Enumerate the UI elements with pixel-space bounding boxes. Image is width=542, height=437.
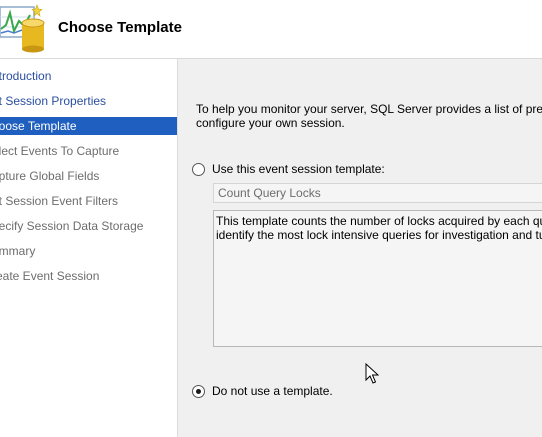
- sidebar-item-label: ummary: [0, 244, 36, 258]
- sidebar-item-label: pecify Session Data Storage: [0, 219, 144, 233]
- sidebar-item-label: et Session Properties: [0, 94, 107, 108]
- radio-dot: [196, 389, 201, 394]
- intro-text: To help you monitor your server, SQL Ser…: [196, 102, 542, 130]
- wizard-content: To help you monitor your server, SQL Ser…: [178, 59, 542, 437]
- wizard-header: Choose Template: [0, 0, 542, 58]
- sidebar-item-1[interactable]: et Session Properties: [0, 92, 177, 110]
- sidebar-item-label: hoose Template: [0, 119, 77, 133]
- mouse-pointer-icon: [365, 363, 379, 384]
- template-description: This template counts the number of locks…: [213, 210, 542, 347]
- sidebar-item-2[interactable]: hoose Template: [0, 117, 177, 135]
- radio-unchecked-icon[interactable]: [192, 163, 205, 176]
- sidebar-item-label: elect Events To Capture: [0, 144, 120, 158]
- sidebar-item-7: ummary: [0, 242, 177, 260]
- sidebar-item-4: apture Global Fields: [0, 167, 177, 185]
- template-dropdown[interactable]: Count Query Locks: [213, 183, 542, 203]
- page-title: Choose Template: [58, 19, 182, 36]
- sidebar-item-label: et Session Event Filters: [0, 194, 119, 208]
- sidebar-item-label: ntroduction: [0, 69, 52, 83]
- sidebar-item-label: reate Event Session: [0, 269, 100, 283]
- no-template-label: Do not use a template.: [212, 384, 333, 398]
- sidebar-item-5: et Session Event Filters: [0, 192, 177, 210]
- use-template-label: Use this event session template:: [212, 162, 385, 176]
- sidebar-item-0[interactable]: ntroduction: [0, 67, 177, 85]
- sidebar-item-label: apture Global Fields: [0, 169, 100, 183]
- wizard-sidebar: ntroduction et Session Properties hoose Te…: [0, 59, 178, 437]
- intro-line-2: configure your own session.: [196, 116, 345, 130]
- radio-checked-icon[interactable]: [192, 385, 205, 398]
- sidebar-item-8: reate Event Session: [0, 267, 177, 285]
- chart-database-icon: [0, 4, 45, 53]
- intro-line-1: To help you monitor your server, SQL Ser…: [196, 102, 542, 116]
- sidebar-item-6: pecify Session Data Storage: [0, 217, 177, 235]
- sidebar-item-3: elect Events To Capture: [0, 142, 177, 160]
